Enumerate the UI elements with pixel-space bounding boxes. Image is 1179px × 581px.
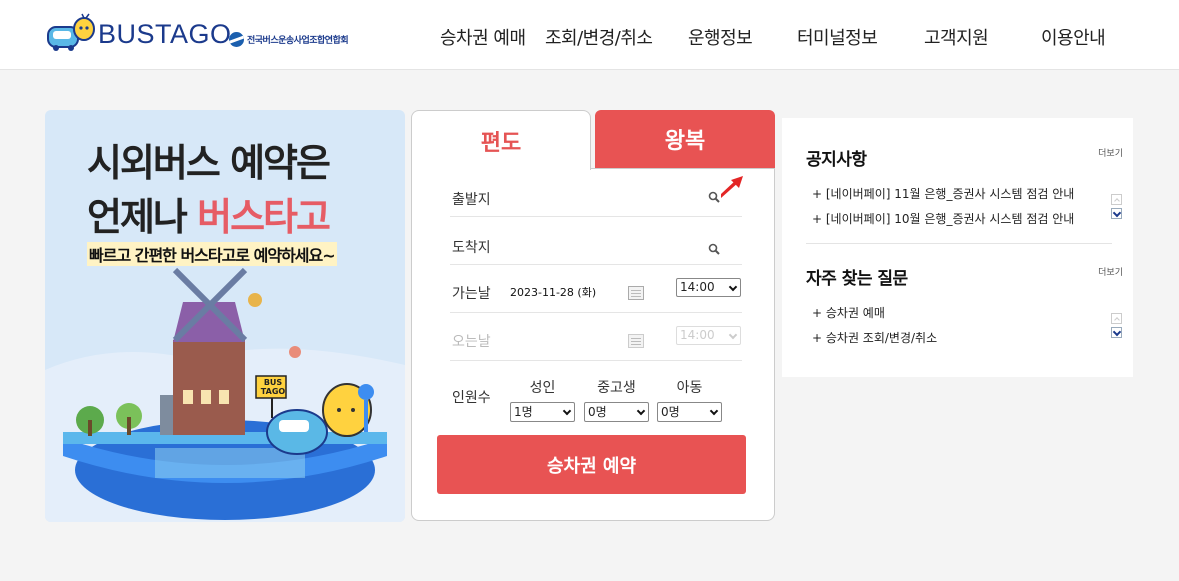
faq-title: 자주 찾는 질문 bbox=[806, 269, 908, 289]
go-date-value[interactable]: 2023-11-28 (화) bbox=[510, 284, 596, 300]
promo-headline-line2: 언제나 버스타고 bbox=[87, 186, 331, 241]
nav-ticket-booking[interactable]: 승차권 예매 bbox=[440, 24, 526, 50]
child-count-value: 0명 bbox=[661, 405, 680, 419]
book-ticket-button[interactable]: 승차권 예약 bbox=[437, 435, 746, 494]
bus-sign-line1: BUS bbox=[263, 378, 283, 387]
cursor-arrow-icon bbox=[721, 176, 743, 198]
student-passenger-group: 중고생 0명 bbox=[584, 377, 649, 427]
student-label: 중고생 bbox=[597, 380, 636, 396]
go-date-row: 가는날 2023-11-28 (화) 14:00 bbox=[450, 265, 742, 313]
bus-sign-line2: TAGO bbox=[260, 387, 286, 396]
promo-line2-highlight: 버스타고 bbox=[197, 195, 331, 239]
notice-item[interactable]: + [네이버페이] 10월 은행_증권사 시스템 점검 안내 bbox=[812, 210, 1084, 227]
return-time-select: 14:00 bbox=[676, 326, 741, 345]
return-date-label: 오는날 bbox=[452, 334, 491, 350]
go-calendar-icon[interactable] bbox=[628, 286, 644, 300]
student-count-select[interactable]: 0명 bbox=[584, 402, 649, 422]
child-passenger-group: 아동 0명 bbox=[657, 377, 722, 427]
promo-line2-prefix: 언제나 bbox=[87, 195, 198, 239]
go-time-select[interactable]: 14:00 bbox=[676, 278, 741, 297]
student-count-value: 0명 bbox=[588, 405, 607, 419]
nav-inquiry-change-cancel[interactable]: 조회/변경/취소 bbox=[545, 24, 653, 50]
return-date-row: 오는날 14:00 bbox=[450, 313, 742, 361]
child-count-select[interactable]: 0명 bbox=[657, 402, 722, 422]
arrival-search-icon[interactable] bbox=[708, 243, 720, 255]
departure-label: 출발지 bbox=[452, 192, 491, 208]
chevron-down-icon bbox=[709, 406, 719, 416]
arrival-label: 도착지 bbox=[452, 240, 491, 256]
adult-passenger-group: 성인 1명 bbox=[510, 377, 575, 427]
site-header: BUSTAGO 전국버스운송사업조합연합회 승차권 예매 조회/변경/취소 운행… bbox=[0, 0, 1179, 70]
chevron-down-icon bbox=[728, 282, 738, 292]
notices-scroll-down-icon[interactable] bbox=[1111, 208, 1122, 219]
promo-illustration bbox=[45, 267, 405, 522]
booking-panel: 출발지 도착지 가는날 2023-11-28 (화) 14:00 오는날 14:… bbox=[411, 168, 775, 521]
faq-item[interactable]: + 승차권 예매 bbox=[812, 304, 1084, 321]
nav-usage-guide[interactable]: 이용안내 bbox=[1041, 24, 1106, 50]
faq-scroll-down-icon[interactable] bbox=[1111, 327, 1122, 338]
return-time-value: 14:00 bbox=[680, 328, 715, 342]
go-date-label: 가는날 bbox=[452, 286, 491, 302]
chevron-down-icon bbox=[636, 406, 646, 416]
notices-title: 공지사항 bbox=[806, 150, 867, 170]
passengers-label: 인원수 bbox=[452, 390, 491, 406]
faq-more-link[interactable]: 더보기 bbox=[1098, 265, 1123, 278]
arrival-field[interactable]: 도착지 bbox=[450, 217, 742, 265]
tab-oneway[interactable]: 편도 bbox=[411, 110, 591, 170]
tab-roundtrip[interactable]: 왕복 bbox=[595, 110, 775, 168]
bus-sign: BUS TAGO bbox=[258, 378, 288, 396]
notice-item[interactable]: + [네이버페이] 11월 은행_증권사 시스템 점검 안내 bbox=[812, 185, 1084, 202]
faq-scroll-up-icon[interactable] bbox=[1111, 313, 1122, 324]
adult-label: 성인 bbox=[529, 380, 556, 396]
departure-field[interactable]: 출발지 bbox=[450, 169, 742, 217]
promo-headline-line1: 시외버스 예약은 bbox=[87, 141, 331, 185]
sidebar-divider bbox=[806, 243, 1112, 244]
nav-customer-support[interactable]: 고객지원 bbox=[924, 24, 989, 50]
return-calendar-icon bbox=[628, 334, 644, 348]
main-nav: 승차권 예매 조회/변경/취소 운행정보 터미널정보 고객지원 이용안내 bbox=[0, 24, 1179, 50]
child-label: 아동 bbox=[676, 380, 703, 396]
notices-scroll-up-icon[interactable] bbox=[1111, 194, 1122, 205]
promo-banner[interactable]: 시외버스 예약은 언제나 버스타고 빠르고 간편한 버스타고로 예약하세요~ B… bbox=[45, 110, 405, 522]
chevron-down-icon bbox=[562, 406, 572, 416]
chevron-down-icon bbox=[728, 330, 738, 340]
notices-more-link[interactable]: 더보기 bbox=[1098, 146, 1123, 159]
nav-route-info[interactable]: 운행정보 bbox=[688, 24, 753, 50]
go-time-value: 14:00 bbox=[680, 280, 715, 294]
nav-terminal-info[interactable]: 터미널정보 bbox=[797, 24, 878, 50]
info-sidebar: 공지사항 더보기 + [네이버페이] 11월 은행_증권사 시스템 점검 안내 … bbox=[782, 118, 1133, 377]
faq-item[interactable]: + 승차권 조회/변경/취소 bbox=[812, 329, 1084, 346]
adult-count-select[interactable]: 1명 bbox=[510, 402, 575, 422]
adult-count-value: 1명 bbox=[514, 405, 533, 419]
